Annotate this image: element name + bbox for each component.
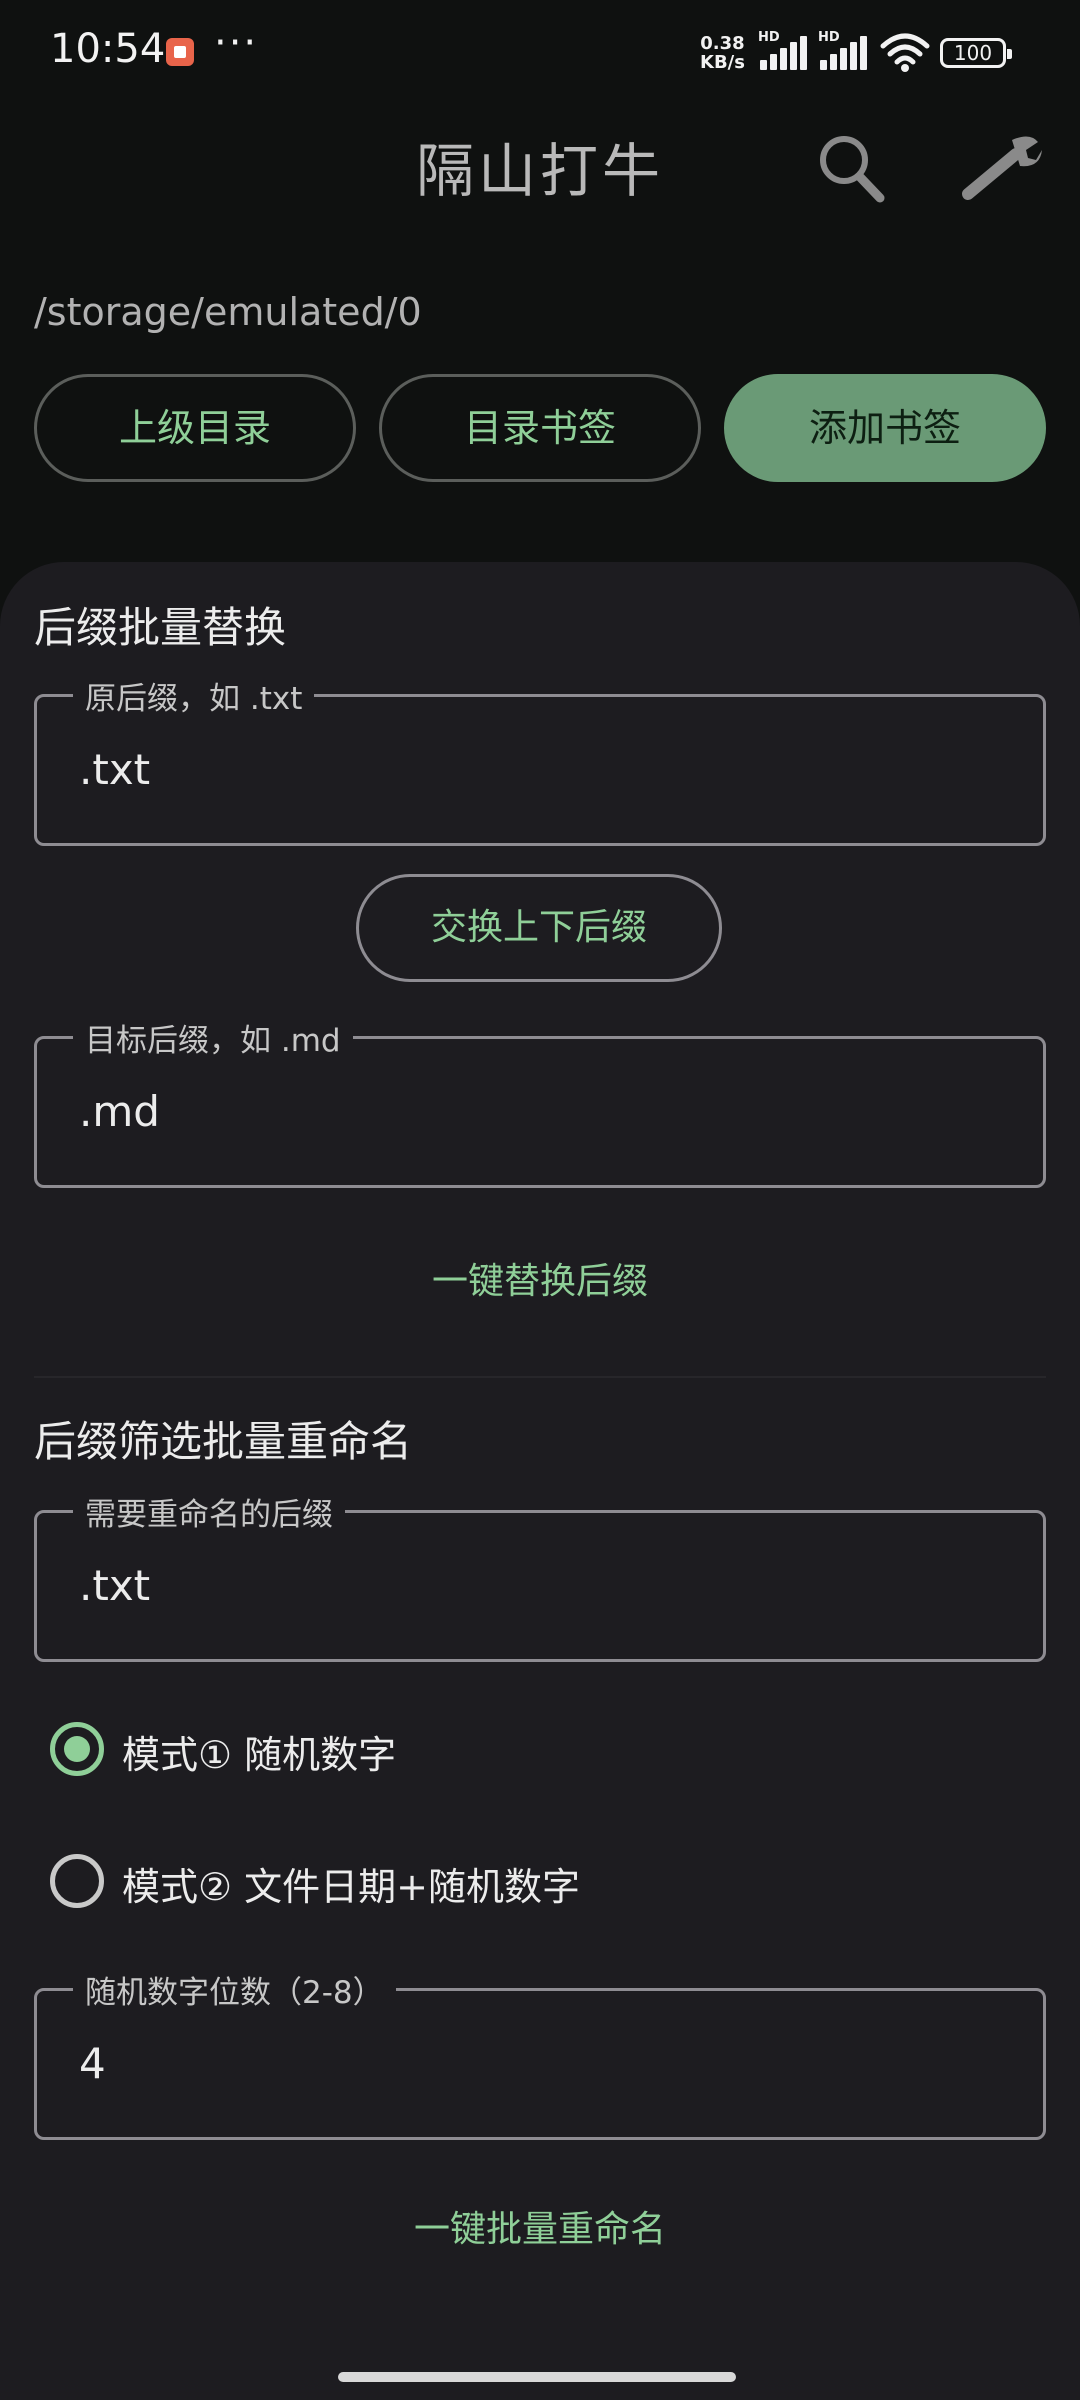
current-path: /storage/emulated/0 bbox=[34, 290, 422, 334]
hd-label: HD bbox=[818, 30, 840, 45]
home-indicator[interactable] bbox=[338, 2372, 736, 2382]
swap-suffix-button[interactable]: 交换上下后缀 bbox=[356, 874, 722, 982]
replace-suffix-button[interactable]: 一键替换后缀 bbox=[0, 1252, 1080, 1304]
wifi-icon bbox=[880, 33, 930, 72]
mode-1-radio[interactable] bbox=[50, 1722, 104, 1776]
status-time: 10:54 bbox=[50, 26, 166, 72]
network-speed-value: 0.38 bbox=[700, 33, 745, 54]
network-speed: 0.38 KB/s bbox=[700, 34, 745, 72]
target-suffix-value[interactable]: .md bbox=[79, 1087, 160, 1136]
mode-2-radio[interactable] bbox=[50, 1854, 104, 1908]
target-suffix-label: 目标后缀，如 .md bbox=[73, 1015, 353, 1060]
notification-app-icon bbox=[166, 38, 194, 66]
network-speed-unit: KB/s bbox=[700, 52, 745, 73]
search-icon[interactable] bbox=[816, 132, 886, 204]
more-notifications-icon: ··· bbox=[214, 20, 259, 66]
batch-rename-button[interactable]: 一键批量重命名 bbox=[0, 2200, 1080, 2252]
suffix-replace-title: 后缀批量替换 bbox=[34, 603, 287, 652]
signal-icon: HD bbox=[818, 30, 868, 70]
battery-icon: 100 bbox=[940, 38, 1012, 68]
signal-icon: HD bbox=[758, 30, 808, 70]
digits-value[interactable]: 4 bbox=[79, 2039, 106, 2088]
directory-bookmarks-button[interactable]: 目录书签 bbox=[379, 374, 701, 482]
source-suffix-value[interactable]: .txt bbox=[79, 745, 150, 794]
wrench-icon[interactable] bbox=[960, 132, 1042, 204]
status-bar: 10:54 ··· 0.38 KB/s HD HD 100 bbox=[0, 0, 1080, 104]
app-title: 隔山打牛 bbox=[415, 137, 664, 205]
target-suffix-field[interactable]: 目标后缀，如 .md .md bbox=[34, 1015, 1046, 1188]
mode-2-label[interactable]: 模式② 文件日期+随机数字 bbox=[122, 1856, 580, 1911]
add-bookmark-button[interactable]: 添加书签 bbox=[724, 374, 1046, 482]
source-suffix-field[interactable]: 原后缀，如 .txt .txt bbox=[34, 673, 1046, 846]
digits-field[interactable]: 随机数字位数（2-8） 4 bbox=[34, 1967, 1046, 2140]
source-suffix-label: 原后缀，如 .txt bbox=[73, 673, 315, 718]
tools-sheet: 后缀批量替换 原后缀，如 .txt .txt 交换上下后缀 目标后缀，如 .md… bbox=[0, 562, 1080, 2400]
suffix-rename-title: 后缀筛选批量重命名 bbox=[34, 1417, 413, 1466]
parent-directory-button[interactable]: 上级目录 bbox=[34, 374, 356, 482]
mode-1-label[interactable]: 模式① 随机数字 bbox=[122, 1724, 396, 1779]
rename-suffix-value[interactable]: .txt bbox=[79, 1561, 150, 1610]
rename-suffix-field[interactable]: 需要重命名的后缀 .txt bbox=[34, 1489, 1046, 1662]
digits-label: 随机数字位数（2-8） bbox=[73, 1967, 396, 2012]
hd-label: HD bbox=[758, 30, 780, 45]
rename-suffix-label: 需要重命名的后缀 bbox=[73, 1489, 345, 1534]
section-divider bbox=[34, 1376, 1046, 1378]
